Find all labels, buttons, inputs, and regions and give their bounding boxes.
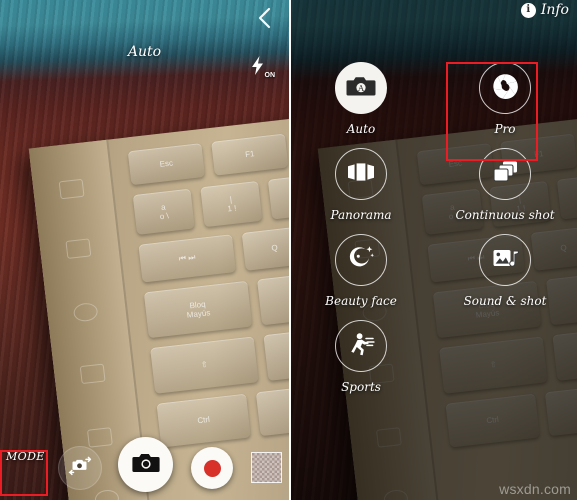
flash-toggle-button[interactable]: ON [251,56,276,79]
svg-text:A: A [357,84,364,93]
keyboard-key: Q [241,226,289,271]
keyboard-key: < [263,326,289,381]
info-button[interactable]: i Info [520,2,569,18]
info-label: Info [540,2,569,18]
running-person-icon [347,332,375,361]
watermark: wsxdn.com [499,481,571,497]
keyboard-key: Bloq Mayús [143,280,253,339]
mode-label-sound-and-shot: Sound & shot [463,294,547,308]
keyboard-key: F1 [211,133,289,176]
keyboard-symbol-icon [79,363,106,385]
mode-item-panorama[interactable]: Panorama [289,148,433,222]
viewfinder-preview[interactable]: Esc F1 a o \ | 1 ! ⏮ ⏭ Q Bloq Mayús ⇧ < … [0,0,289,500]
keyboard-key: ⏮ ⏭ [138,234,237,283]
mode-label-panorama: Panorama [330,208,392,222]
mode-label-sports: Sports [341,380,381,394]
mode-button[interactable]: MODE [6,450,45,463]
sound-and-shot-icon [492,247,519,274]
mode-label-continuous-shot: Continuous shot [455,208,555,222]
record-dot-icon [203,459,221,477]
mode-item-continuous-shot[interactable]: Continuous shot [433,148,577,222]
camera-auto-icon: A [346,75,376,102]
dual-screenshot: Esc F1 a o \ | 1 ! ⏮ ⏭ Q Bloq Mayús ⇧ < … [0,0,577,500]
mode-item-sound-and-shot[interactable]: Sound & shot [433,234,577,308]
keyboard-key [255,382,289,437]
panorama-icon [347,162,375,186]
left-screen-camera-viewfinder: Esc F1 a o \ | 1 ! ⏮ ⏭ Q Bloq Mayús ⇧ < … [0,0,289,500]
mode-item-auto[interactable]: A Auto [289,62,433,136]
current-mode-label: Auto [127,44,162,60]
aperture-icon [492,73,519,104]
keyboard-symbol-icon [58,178,85,200]
switch-camera-icon [67,456,93,480]
chevron-left-icon[interactable] [253,4,277,32]
keyboard-key [257,271,289,326]
camera-icon [131,452,160,478]
mode-item-sports[interactable]: Sports [289,320,433,394]
gallery-thumbnail-button[interactable] [251,452,282,483]
panel-divider [289,0,291,500]
mode-icon-wrap [335,148,387,200]
mode-icon-wrap [335,234,387,286]
flash-state-label: ON [264,72,276,79]
mode-label-auto: Auto [346,122,376,136]
switch-camera-button[interactable] [58,446,102,490]
mode-icon-wrap [479,62,531,114]
beauty-face-icon [348,245,374,275]
keyboard-symbol-icon [65,238,92,259]
keyboard-symbol-icon [72,301,99,323]
camera-bottom-toolbar: MODE [0,434,289,500]
shutter-button[interactable] [118,437,173,492]
info-icon: i [520,2,536,18]
flash-icon [251,56,264,79]
burst-shot-icon [492,160,519,188]
mode-item-beauty-face[interactable]: Beauty face [289,234,433,308]
record-video-button[interactable] [191,447,233,489]
keyboard-key: a o \ [132,188,195,235]
keyboard-key: | 1 ! [200,180,263,228]
mode-icon-wrap [479,234,531,286]
mode-label-pro: Pro [494,122,516,136]
right-screen-mode-picker: Esc F1 a o \ | 1 ! ⏮ ⏭ Q Bloq Mayús ⇧ < … [289,0,577,500]
mode-item-pro[interactable]: Pro [433,62,577,136]
keyboard-key: Esc [127,143,206,186]
mode-label-beauty-face: Beauty face [325,294,397,308]
keyboard-key: ⇧ [150,336,259,394]
keyboard-key [267,173,289,220]
mode-icon-wrap: A [335,62,387,114]
mode-grid: A Auto Pro Panorama Continuous shot Beau… [289,62,577,394]
mode-icon-wrap [479,148,531,200]
mode-icon-wrap [335,320,387,372]
